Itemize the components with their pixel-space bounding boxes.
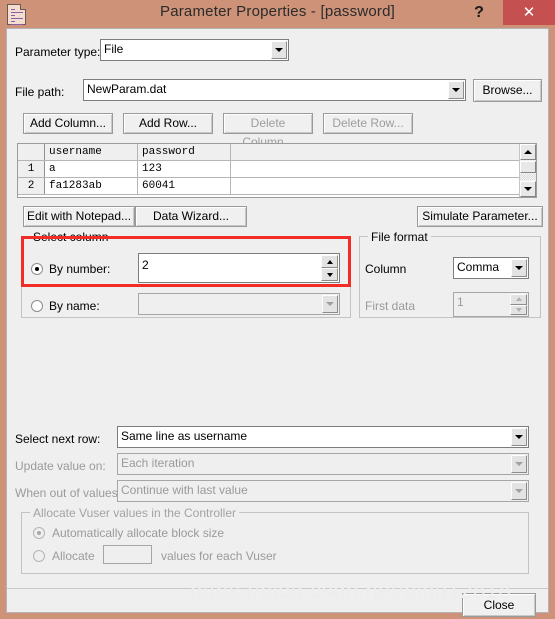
table-header-cell-password: password (137, 144, 231, 161)
table-header-cell-username: username (44, 144, 138, 161)
chevron-down-icon[interactable] (511, 259, 527, 277)
cell-password[interactable]: 60041 (137, 177, 231, 195)
column-format-combo[interactable]: Comma (453, 257, 529, 279)
first-data-label: First data (365, 299, 416, 313)
first-data-input: 1 (453, 292, 529, 317)
chevron-down-icon (511, 455, 527, 473)
chevron-down-icon[interactable] (511, 428, 527, 446)
cell-password[interactable]: 123 (137, 160, 231, 178)
table-row[interactable]: 2 fa1283ab 60041 (18, 177, 534, 195)
file-path-combo[interactable]: NewParam.dat (83, 79, 466, 101)
table-header-cell (18, 144, 45, 161)
allocate-suffix-label: values for each Vuser (161, 549, 277, 563)
manual-allocate-radio (33, 550, 45, 562)
watermark: https://blog.csdn.net/bihu12818 (190, 578, 512, 603)
first-data-value: 1 (457, 295, 464, 309)
scrollbar-track[interactable] (520, 174, 536, 180)
cell-empty[interactable] (230, 177, 534, 195)
parameter-type-value: File (104, 42, 124, 56)
by-number-label: By number: (49, 262, 111, 276)
spinner-up-icon (510, 294, 527, 305)
cell-empty[interactable] (230, 160, 534, 178)
add-row-button[interactable]: Add Row... (123, 113, 213, 134)
browse-button[interactable]: Browse... (473, 79, 542, 102)
by-number-input[interactable]: 2 (138, 253, 340, 283)
dialog-body: Parameter type: File File path: NewParam… (6, 28, 549, 617)
row-number: 1 (18, 160, 45, 178)
update-value-on-combo: Each iteration (117, 453, 529, 475)
column-format-value: Comma (457, 260, 500, 274)
simulate-parameter-button[interactable]: Simulate Parameter... (417, 206, 543, 227)
update-value-on-value: Each iteration (121, 456, 195, 470)
select-next-row-value: Same line as username (121, 429, 248, 443)
select-next-row-combo[interactable]: Same line as username (117, 426, 529, 448)
manual-allocate-label: Allocate (52, 549, 95, 563)
file-format-caption: File format (368, 230, 431, 244)
spinner-up-icon[interactable] (321, 255, 338, 268)
chevron-down-icon (511, 482, 527, 500)
by-name-radio[interactable] (31, 300, 43, 312)
title-bar: Parameter Properties - [password] ? ✕ (0, 0, 555, 28)
scroll-up-icon[interactable] (520, 144, 536, 160)
allocate-count-input (103, 545, 152, 564)
by-number-value: 2 (142, 258, 149, 272)
parameter-data-grid[interactable]: username password 1 a 123 2 fa1283ab 600… (17, 143, 537, 198)
first-data-spinner (510, 294, 527, 315)
by-name-combo (138, 293, 340, 315)
parameter-properties-window: Parameter Properties - [password] ? ✕ Pa… (0, 0, 555, 619)
cell-username[interactable]: a (44, 160, 138, 178)
edit-with-notepad-button[interactable]: Edit with Notepad... (23, 206, 135, 227)
when-out-of-values-value: Continue with last value (121, 483, 248, 497)
update-value-on-label: Update value on: (15, 459, 106, 473)
parameter-table: username password 1 a 123 2 fa1283ab 600… (18, 144, 534, 195)
file-path-label: File path: (15, 85, 65, 99)
when-out-of-values-label: When out of values: (15, 486, 122, 500)
when-out-of-values-combo: Continue with last value (117, 480, 529, 502)
allocate-vuser-caption: Allocate Vuser values in the Controller (30, 506, 239, 520)
table-row[interactable]: 1 a 123 (18, 160, 534, 178)
column-format-label: Column (365, 262, 407, 276)
grid-vertical-scrollbar[interactable] (519, 144, 536, 197)
chevron-down-icon (322, 295, 338, 313)
by-number-radio[interactable] (31, 263, 43, 275)
parameter-type-label: Parameter type: (15, 45, 101, 59)
cell-username[interactable]: fa1283ab (44, 177, 138, 195)
spinner-down-icon[interactable] (321, 268, 338, 281)
chevron-down-icon[interactable] (271, 41, 287, 59)
file-path-value: NewParam.dat (87, 82, 167, 96)
add-column-button[interactable]: Add Column... (23, 113, 113, 134)
delete-row-button: Delete Row... (323, 113, 413, 134)
auto-allocate-label: Automatically allocate block size (52, 526, 225, 540)
help-button[interactable]: ? (466, 0, 492, 25)
chevron-down-icon[interactable] (448, 81, 464, 99)
table-header-row: username password (18, 144, 534, 161)
select-column-caption: Select column (30, 230, 112, 244)
allocate-vuser-group: Allocate Vuser values in the Controller (21, 506, 529, 574)
delete-column-button: Delete Column... (223, 113, 313, 149)
auto-allocate-radio (33, 527, 45, 539)
data-wizard-button[interactable]: Data Wizard... (135, 206, 247, 227)
by-number-spinner[interactable] (321, 255, 338, 281)
row-number: 2 (18, 177, 45, 195)
scrollbar-thumb[interactable] (520, 161, 536, 173)
scroll-down-icon[interactable] (520, 181, 536, 197)
table-header-cell-empty (230, 144, 534, 161)
by-name-label: By name: (49, 299, 100, 313)
close-window-button[interactable]: ✕ (503, 0, 555, 25)
parameter-type-combo[interactable]: File (100, 39, 289, 61)
select-next-row-label: Select next row: (15, 432, 101, 446)
spinner-down-icon (510, 304, 527, 315)
